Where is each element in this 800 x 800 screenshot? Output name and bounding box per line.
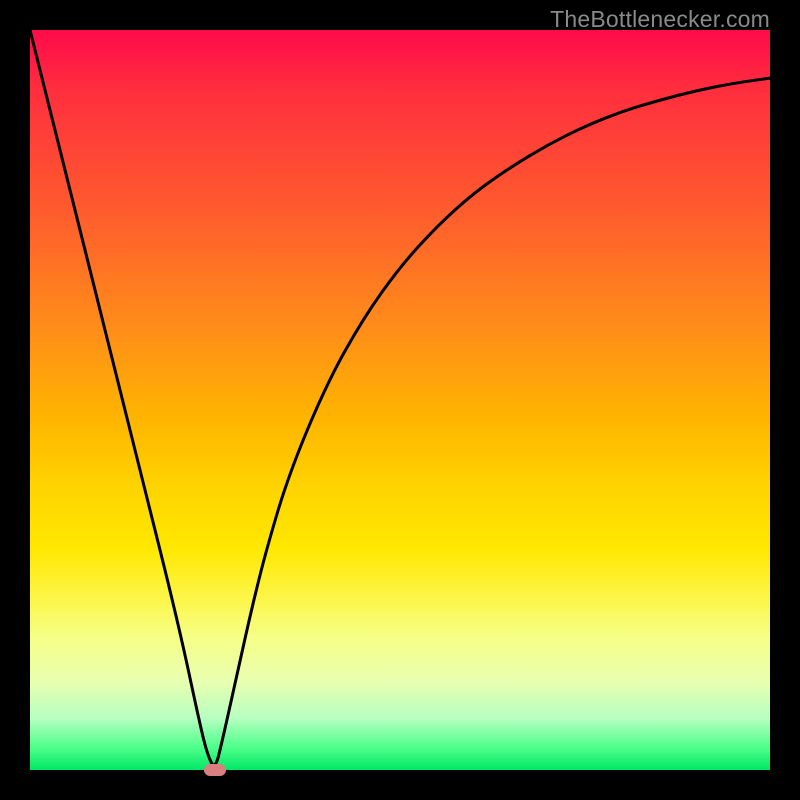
bottleneck-curve (30, 30, 770, 765)
minimum-marker (204, 764, 226, 776)
plot-area (30, 30, 770, 770)
curve-svg (30, 30, 770, 770)
watermark-text: TheBottlenecker.com (550, 6, 770, 33)
chart-frame: TheBottlenecker.com (0, 0, 800, 800)
